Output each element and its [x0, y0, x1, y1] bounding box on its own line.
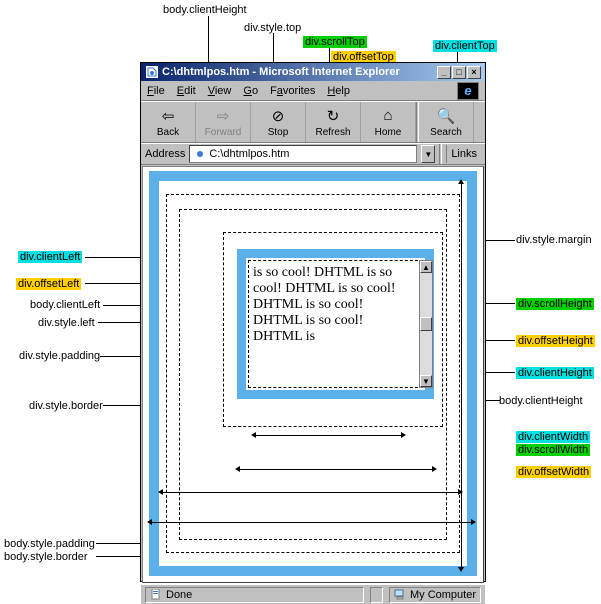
- home-icon: ⌂: [379, 107, 397, 125]
- address-input[interactable]: C:\dhtmlpos.htm: [189, 145, 417, 163]
- label-div-style-padding: div.style.padding: [19, 350, 100, 362]
- label-div-clientHeight: div.clientHeight: [516, 367, 594, 379]
- label-body-clientHeight: body.clientHeight: [499, 395, 583, 407]
- label-div-scrollTop: div.scrollTop: [303, 36, 367, 48]
- titlebar: C:\dhtmlpos.htm - Microsoft Internet Exp…: [141, 63, 485, 81]
- home-button[interactable]: ⌂Home: [361, 102, 416, 142]
- menu-file[interactable]: File: [147, 85, 165, 97]
- label-body-clientLeft: body.clientLeft: [30, 299, 100, 311]
- window-title: C:\dhtmlpos.htm - Microsoft Internet Exp…: [162, 66, 437, 78]
- label-body-style-padding: body.style.padding: [4, 538, 95, 550]
- ie-page-icon: [193, 148, 206, 161]
- label-div-offsetHeight: div.offsetHeight: [516, 335, 595, 347]
- arrow-icon: [401, 432, 406, 438]
- label-body-style-border: body.style.border: [4, 551, 88, 563]
- arrow-icon: [147, 519, 152, 525]
- ie-logo-icon: e: [457, 82, 479, 100]
- extent-body-clientHeight: [461, 181, 462, 569]
- label-div-clientTop: div.clientTop: [433, 40, 497, 52]
- links-button[interactable]: Links: [446, 145, 481, 163]
- maximize-button[interactable]: □: [452, 66, 466, 79]
- status-zone: My Computer: [389, 587, 481, 603]
- toolbar: ⇦Back ⇨Forward ⊘Stop ↻Refresh ⌂Home 🔍Sea…: [141, 101, 485, 143]
- scroll-up-button[interactable]: ▲: [420, 261, 432, 273]
- label-div-clientWidth: div.clientWidth: [516, 431, 590, 443]
- close-button[interactable]: ×: [467, 66, 481, 79]
- arrow-icon: [251, 432, 256, 438]
- arrow-icon: [432, 466, 437, 472]
- arrow-icon: [458, 567, 464, 572]
- label-div-scrollWidth: div.scrollWidth: [516, 444, 590, 456]
- back-button[interactable]: ⇦Back: [141, 102, 196, 142]
- scroll-down-button[interactable]: ▼: [420, 375, 432, 387]
- scrollbar-thumb[interactable]: [420, 317, 432, 331]
- arrow-icon: [235, 466, 240, 472]
- address-dropdown-button[interactable]: ▼: [421, 145, 435, 163]
- label-div-style-left: div.style.left: [38, 317, 95, 329]
- arrow-icon: [158, 489, 163, 495]
- extent-body-clientWidth: [160, 492, 460, 493]
- label-div-offsetLeft: div.offsetLeft: [16, 278, 81, 290]
- arrow-icon: [471, 519, 476, 525]
- div-vertical-scrollbar[interactable]: ▲ ▼: [419, 260, 433, 388]
- forward-button[interactable]: ⇨Forward: [196, 102, 251, 142]
- minimize-button[interactable]: _: [437, 66, 451, 79]
- address-value: C:\dhtmlpos.htm: [209, 148, 289, 160]
- address-label: Address: [145, 148, 185, 160]
- menu-go[interactable]: Go: [243, 85, 258, 97]
- statusbar: Done My Computer: [141, 584, 485, 604]
- dhtml-positioning-diagram: body.clientHeight div.style.top div.scro…: [0, 0, 601, 590]
- stop-button[interactable]: ⊘Stop: [251, 102, 306, 142]
- menu-view[interactable]: View: [208, 85, 232, 97]
- status-security: [370, 587, 383, 603]
- extent-div-offsetWidth: [237, 469, 434, 470]
- leader: [85, 283, 145, 284]
- label-div-scrollHeight: div.scrollHeight: [516, 298, 594, 310]
- refresh-icon: ↻: [324, 107, 342, 125]
- extent-div-clientWidth: [253, 435, 403, 436]
- addressbar-separator: [439, 144, 442, 164]
- ie-page-icon: [145, 66, 158, 79]
- status-text: Done: [145, 587, 364, 603]
- menu-favorites[interactable]: Favorites: [270, 85, 315, 97]
- menu-edit[interactable]: Edit: [177, 85, 196, 97]
- forward-arrow-icon: ⇨: [214, 107, 232, 125]
- addressbar: Address C:\dhtmlpos.htm ▼ Links: [141, 143, 485, 165]
- menu-help[interactable]: Help: [327, 85, 350, 97]
- stop-icon: ⊘: [269, 107, 287, 125]
- label-div-style-border: div.style.border: [29, 400, 103, 412]
- search-icon: 🔍: [437, 107, 455, 125]
- label-div-style-margin: div.style.margin: [516, 234, 592, 246]
- label-div-clientLeft: div.clientLeft: [18, 251, 82, 263]
- arrow-icon: [458, 179, 464, 184]
- document-viewport: is so cool! DHTML is so cool! DHTML is s…: [142, 166, 484, 583]
- search-button[interactable]: 🔍Search: [419, 102, 474, 142]
- menubar: File Edit View Go Favorites Help e: [141, 81, 485, 101]
- extent-body-offsetWidth: [149, 522, 473, 523]
- back-arrow-icon: ⇦: [159, 107, 177, 125]
- label-body-clientHeight-top: body.clientHeight: [163, 4, 247, 16]
- div-content-text: is so cool! DHTML is so cool! DHTML is s…: [253, 265, 403, 383]
- label-div-offsetWidth: div.offsetWidth: [516, 466, 591, 478]
- browser-window: C:\dhtmlpos.htm - Microsoft Internet Exp…: [140, 62, 486, 582]
- refresh-button[interactable]: ↻Refresh: [306, 102, 361, 142]
